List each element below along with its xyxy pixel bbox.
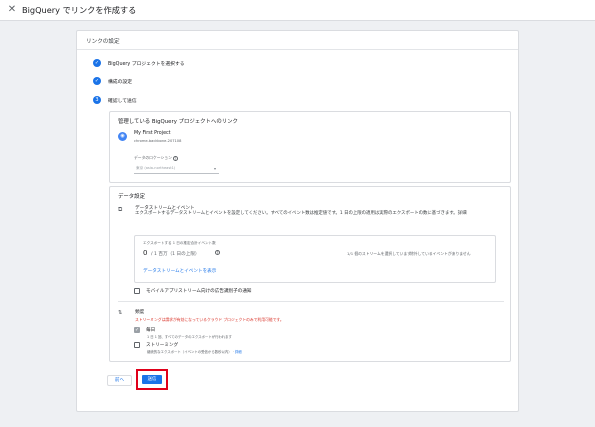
project-id: chrome-backbone-207108 (134, 139, 182, 143)
bigquery-icon: ◉ (118, 132, 127, 141)
streaming-label: ストリーミング (146, 343, 179, 348)
divider (118, 301, 504, 302)
event-estimate-box: エクスポートする 1 日の推定合計イベント数 0 / 1 百万（1 日の上限） … (134, 235, 496, 283)
streaming-description: 継続的なエクスポート（イベントの受信から数秒以内） · 詳細 (147, 350, 242, 354)
check-icon: ✓ (93, 59, 101, 67)
mobile-ads-checkbox[interactable] (134, 288, 140, 294)
data-settings-card: データ設定 ⧉ データストリームとイベント エクスポートするデータストリームとイ… (109, 186, 511, 362)
top-bar: ✕ BigQuery でリンクを作成する (0, 0, 595, 21)
send-button-highlight: 送信 (136, 369, 168, 390)
chevron-down-icon: ▾ (213, 166, 216, 171)
streaming-checkbox-row[interactable]: ストリーミング (134, 342, 178, 348)
step-label: BigQuery プロジェクトを選択する (108, 61, 185, 67)
data-settings-title: データ設定 (118, 194, 145, 200)
location-label: データのロケーション? (134, 155, 178, 161)
frequency-title: 頻度 (135, 310, 145, 315)
estimate-limit: / 1 百万（1 日の上限） (151, 252, 200, 257)
help-icon[interactable]: ? (172, 155, 178, 161)
streaming-learn-more-link[interactable]: 詳細 (235, 350, 242, 354)
step-configure[interactable]: ✓ 構成の設定 (93, 77, 132, 85)
send-button[interactable]: 送信 (142, 375, 162, 384)
project-name: My First Project (134, 131, 171, 136)
location-value: 東京 (asia-northeast1) (136, 166, 176, 170)
location-select[interactable]: 東京 (asia-northeast1) ▾ (134, 164, 219, 174)
daily-description: 1 日 1 回、すべてのデータのエクスポートが行われます (147, 335, 232, 339)
streaming-warning: ストリーミングは請求が有効になっているクラウド プロジェクトのみで利用可能です。 (135, 317, 284, 322)
step-label: 確認して送信 (108, 98, 137, 104)
streams-selected-text: 1/1 個のストリームを選択しています (347, 251, 412, 256)
location-label-text: データのロケーション (134, 155, 172, 160)
view-streams-link[interactable]: データストリームとイベントを表示 (143, 268, 216, 274)
step-review[interactable]: 3 確認して送信 (93, 96, 137, 104)
mobile-ads-label: モバイルアプリストリーム向けの広告識別子の通知 (146, 289, 252, 294)
data-stream-icon: ⧉ (118, 206, 123, 213)
mobile-ads-checkbox-row[interactable]: モバイルアプリストリーム向けの広告識別子の通知 (134, 288, 252, 294)
daily-label: 毎日 (146, 328, 156, 333)
close-icon[interactable]: ✕ (6, 4, 18, 16)
help-icon[interactable]: ? (215, 250, 220, 255)
estimate-label: エクスポートする 1 日の推定合計イベント数 (143, 241, 216, 245)
page-title: BigQuery でリンクを作成する (22, 5, 137, 15)
frequency-icon: ⇅ (118, 310, 123, 316)
panel-title: リンクの設定 (86, 39, 120, 45)
back-button[interactable]: 前へ (107, 375, 132, 386)
check-icon: ✓ (93, 77, 101, 85)
link-settings-panel: リンクの設定 ✓ BigQuery プロジェクトを選択する ✓ 構成の設定 3 … (76, 30, 519, 412)
step-number-icon: 3 (93, 96, 101, 104)
stream-description: エクスポートするデータストリームとイベントを設定してください。すべてのイベント数… (135, 211, 467, 216)
daily-checkbox-row[interactable]: ✓ 毎日 (134, 327, 155, 333)
streaming-description-text: 継続的なエクスポート（イベントの受信から数秒以内） (147, 350, 232, 354)
project-card-title: 管理している BigQuery プロジェクトへのリンク (118, 119, 238, 125)
divider (77, 49, 518, 50)
daily-checkbox[interactable]: ✓ (134, 327, 140, 333)
streaming-checkbox[interactable] (134, 342, 140, 348)
step-select-project[interactable]: ✓ BigQuery プロジェクトを選択する (93, 59, 185, 67)
project-card: 管理している BigQuery プロジェクトへのリンク ◉ My First P… (109, 111, 511, 183)
step-label: 構成の設定 (108, 79, 132, 85)
estimate-value: 0 (143, 249, 148, 257)
events-excluded-text: 除外しているイベントがありません (410, 251, 471, 256)
